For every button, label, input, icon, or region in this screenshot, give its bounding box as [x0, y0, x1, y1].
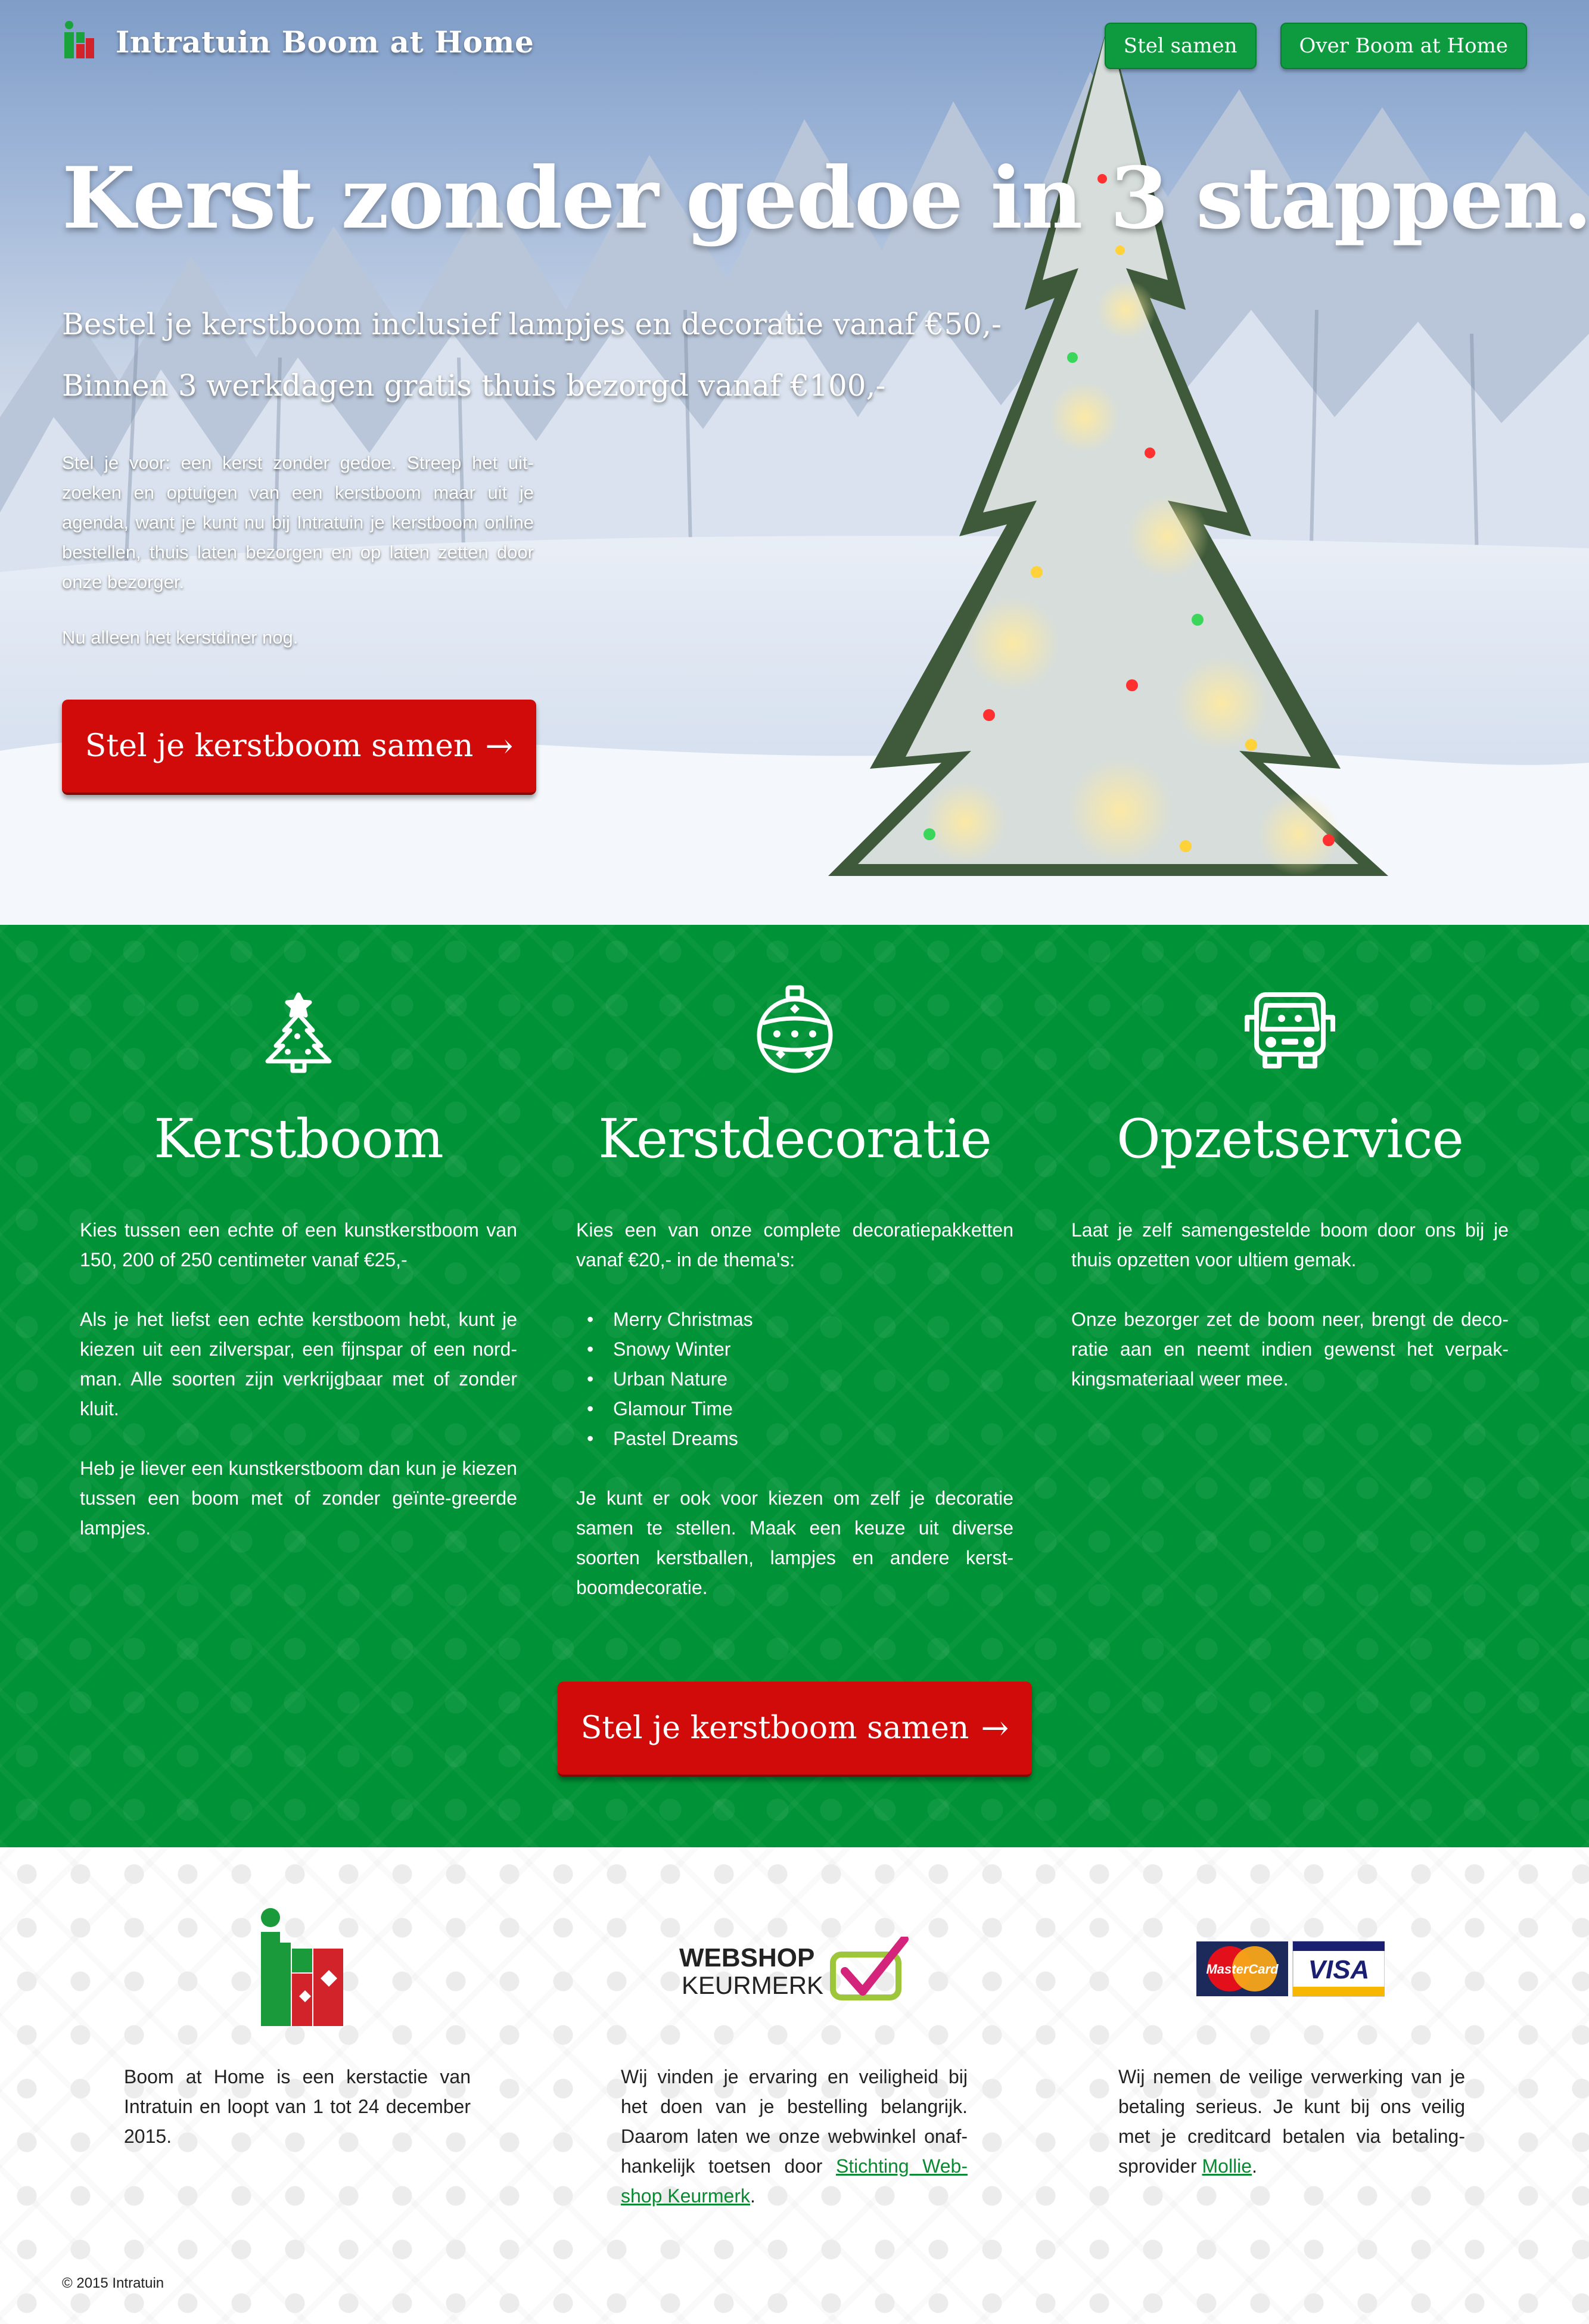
feature-title-opzetservice: Opzetservice	[1116, 1108, 1464, 1170]
nav-over-boom-at-home-button[interactable]: Over Boom at Home	[1280, 23, 1527, 69]
feature-kerstboom: Kerstboom Kies tussen een echte of een k…	[80, 981, 517, 1543]
footer-text-end: .	[750, 2185, 755, 2207]
feature-text: Als je het liefst een echte kerstboom he…	[80, 1309, 517, 1419]
footer-text-keurmerk: Wij vinden je ervaring en veiligheid bij…	[621, 2062, 968, 2211]
cta-label: Stel je kerstboom samen	[85, 728, 474, 764]
mollie-link[interactable]: Mollie	[1202, 2155, 1252, 2177]
christmas-bauble-icon	[757, 985, 833, 1073]
delivery-truck-icon	[1245, 992, 1335, 1068]
list-item: Urban Nature	[587, 1364, 1013, 1394]
hero-intro-text: Stel je voor: een kerst zonder gedoe. St…	[62, 452, 534, 592]
list-item: Glamour Time	[587, 1394, 1013, 1424]
nav-stel-samen-button[interactable]: Stel samen	[1104, 23, 1257, 69]
hero-subtitle-delivery: Binnen 3 werkdagen gratis thuis bezorgd …	[62, 368, 886, 403]
feature-title-kerstdecoratie: Kerstdecoratie	[598, 1108, 992, 1170]
feature-text: Kies een van onze complete decoratiepakk…	[576, 1219, 1013, 1270]
arrow-right-icon: →	[981, 1708, 1009, 1748]
list-item: Snowy Winter	[587, 1334, 1013, 1364]
theme-list: Merry Christmas Snowy Winter Urban Natur…	[587, 1304, 1013, 1453]
copyright: © 2015 Intratuin	[62, 2275, 164, 2291]
feature-opzetservice: Opzetservice Laat je zelf samengestelde …	[1071, 981, 1509, 1394]
features-cta-button[interactable]: Stel je kerstboom samen →	[558, 1682, 1032, 1777]
visa-text: VISA	[1308, 1955, 1370, 1984]
footer: WEBSHOP KEURMERK MasterCard VISA Boom at…	[0, 1847, 1589, 2324]
list-item: Pastel Dreams	[587, 1424, 1013, 1453]
hero-closing-text: Nu alleen het kerstdiner nog.	[62, 627, 298, 648]
brand[interactable]: Intratuin Boom at Home	[62, 20, 534, 63]
feature-text: Laat je zelf samengestelde boom door ons…	[1071, 1219, 1509, 1270]
footer-text-end: .	[1252, 2155, 1257, 2177]
hero-section: Intratuin Boom at Home Stel samen Over B…	[0, 0, 1589, 925]
intratuin-logo-icon	[64, 21, 94, 58]
hero-title: Kerst zonder gedoe in 3 stappen.	[62, 149, 1589, 248]
top-navigation: Stel samen Over Boom at Home	[1104, 23, 1527, 69]
features-section: Kerstboom Kies tussen een echte of een k…	[0, 925, 1589, 1847]
feature-text: Heb je liever een kunstkerstboom dan kun…	[80, 1458, 517, 1539]
hero-cta-button[interactable]: Stel je kerstboom samen →	[62, 700, 536, 795]
feature-kerstdecoratie: Kerstdecoratie Kies een van onze complet…	[576, 981, 1013, 1602]
christmas-tree-icon	[265, 992, 332, 1073]
keurmerk-text-1: WEBSHOP	[679, 1943, 814, 1972]
intratuin-logo	[261, 1908, 343, 2026]
keurmerk-text-2: KEURMERK	[682, 1971, 823, 1999]
webshop-keurmerk-logo: WEBSHOP KEURMERK	[679, 1937, 909, 2000]
footer-text-payment: Wij nemen de veilige verwerking van je b…	[1118, 2062, 1465, 2181]
feature-text: Onze bezorger zet de boom neer, brengt d…	[1071, 1309, 1509, 1390]
footer-text-about: Boom at Home is een kerstactie van Intra…	[124, 2066, 471, 2147]
payment-logos: MasterCard VISA	[1196, 1941, 1385, 1997]
arrow-right-icon: →	[485, 726, 514, 766]
hero-subtitle-price: Bestel je kerstboom inclusief lampjes en…	[62, 307, 1002, 341]
cta-label: Stel je kerstboom samen	[580, 1710, 969, 1746]
visa-logo: VISA	[1292, 1941, 1385, 1997]
list-item: Merry Christmas	[587, 1304, 1013, 1334]
brand-name: Intratuin Boom at Home	[116, 24, 534, 60]
feature-text: Je kunt er ook voor kiezen om zelf je de…	[576, 1487, 1013, 1598]
footer-text: Wij nemen de veilige verwerking van je b…	[1118, 2066, 1465, 2177]
feature-title-kerstboom: Kerstboom	[154, 1108, 444, 1170]
mastercard-text: MasterCard	[1206, 1962, 1279, 1977]
feature-text: Kies tussen een echte of een kunstkerstb…	[80, 1219, 517, 1270]
mastercard-logo: MasterCard	[1196, 1941, 1288, 1996]
